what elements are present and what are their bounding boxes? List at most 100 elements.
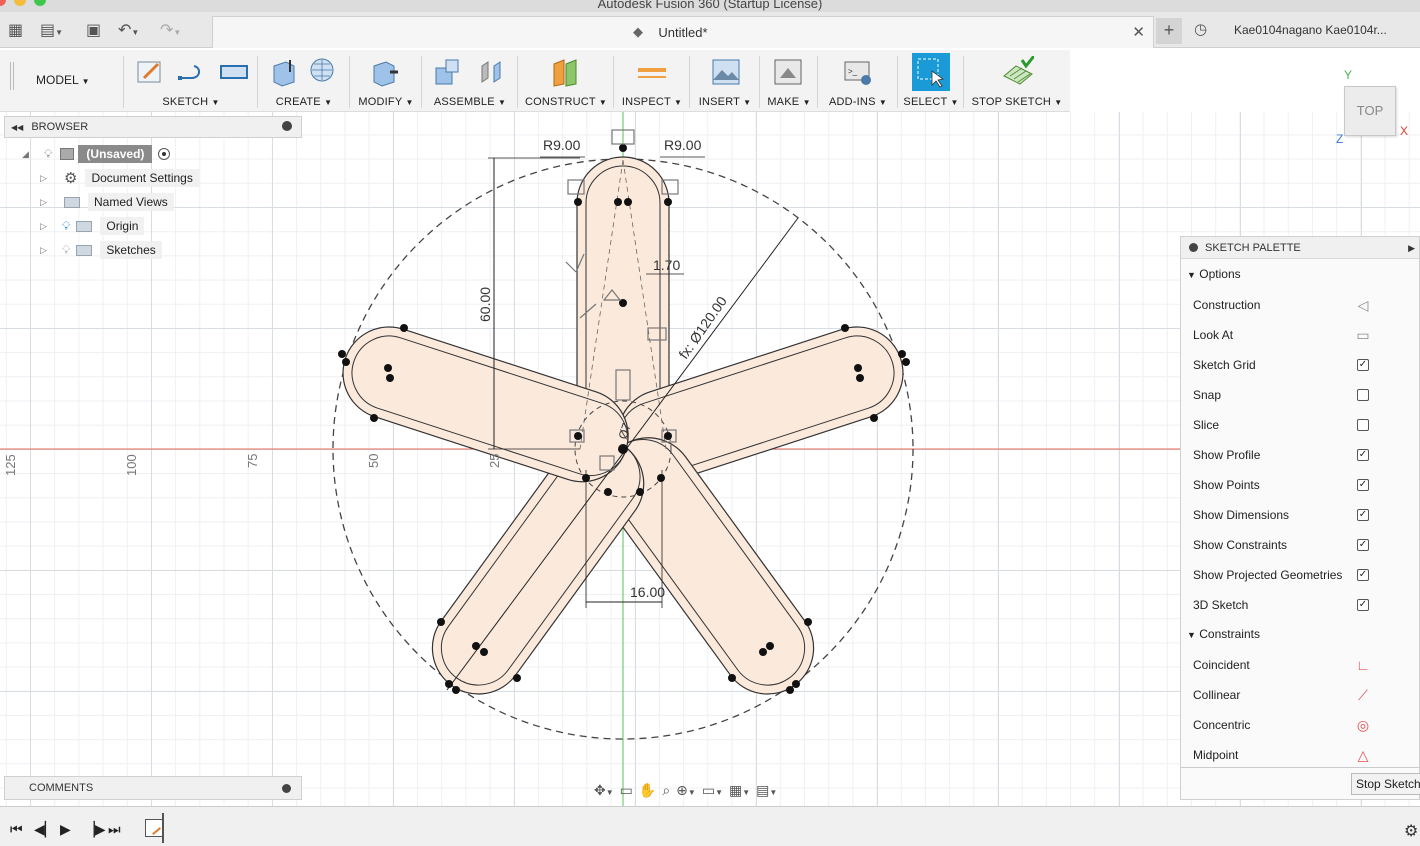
construct-group[interactable]: CONSTRUCT ▼: [518, 50, 614, 112]
comments-add-icon[interactable]: [282, 784, 291, 793]
sketch-group[interactable]: SKETCH ▼: [124, 50, 258, 112]
create-group-label: CREATE: [275, 96, 321, 108]
visibility-bulb-icon[interactable]: 💡︎: [62, 219, 70, 234]
browser-item-sketches[interactable]: ▷ 💡︎ Sketches: [40, 240, 162, 260]
concentric-icon[interactable]: ◎: [1355, 710, 1371, 740]
option-show-dimensions[interactable]: Show Dimensions ✓: [1193, 500, 1403, 530]
comments-panel[interactable]: COMMENTS: [4, 776, 302, 800]
user-account[interactable]: Kae0104nagano Kae0104r...: [1234, 23, 1387, 37]
constraint-collinear[interactable]: Collinear ⟋: [1193, 680, 1403, 710]
timeline-marker[interactable]: [162, 813, 164, 843]
display-settings-icon[interactable]: ▭▼: [702, 782, 723, 799]
grid-settings-icon[interactable]: ▦▼: [729, 782, 750, 799]
constraint-concentric[interactable]: Concentric ◎: [1193, 710, 1403, 740]
step-back-icon[interactable]: ◀▏: [34, 821, 56, 838]
job-status-icon[interactable]: ◷: [1194, 20, 1207, 38]
fit-icon[interactable]: ⊕▼: [676, 782, 696, 799]
pan-icon[interactable]: ✋: [639, 782, 656, 799]
assemble-group[interactable]: ASSEMBLE ▼: [422, 50, 518, 112]
constraint-coincident[interactable]: Coincident ∟: [1193, 650, 1403, 680]
browser-header[interactable]: ◀◀ BROWSER: [4, 116, 302, 138]
viewports-icon[interactable]: ▤▼: [756, 782, 777, 799]
visibility-bulb-icon[interactable]: 💡︎: [62, 243, 70, 258]
visibility-bulb-icon[interactable]: 💡︎: [44, 147, 52, 162]
option-show-projected-geometries[interactable]: Show Projected Geometries ✓: [1193, 560, 1403, 590]
expand-arrow-icon[interactable]: ◢: [22, 149, 36, 160]
close-tab-icon[interactable]: ✕: [1132, 23, 1145, 41]
option-show-points[interactable]: Show Points ✓: [1193, 470, 1403, 500]
midpoint-icon[interactable]: △: [1355, 740, 1371, 770]
browser-item-named-views[interactable]: ▷ Named Views: [40, 192, 174, 212]
timeline-settings-gear-icon[interactable]: ⚙: [1404, 821, 1418, 841]
expand-arrow-icon[interactable]: ▷: [40, 173, 54, 184]
options-section-header[interactable]: ▼ Options: [1187, 267, 1241, 281]
show-projected-geometries-checkbox[interactable]: ✓: [1357, 569, 1369, 581]
insert-group[interactable]: INSERT ▼: [690, 50, 760, 112]
undo-icon[interactable]: ↶▼: [118, 20, 139, 40]
3d-sketch-checkbox[interactable]: ✓: [1357, 599, 1369, 611]
orbit-icon[interactable]: ✥▼: [594, 782, 614, 799]
browser-item-origin[interactable]: ▷ 💡︎ Origin: [40, 216, 145, 236]
look-at-icon[interactable]: ▭: [1355, 320, 1371, 350]
file-menu-icon[interactable]: ▤▼: [40, 20, 63, 40]
new-tab-button[interactable]: +: [1156, 18, 1182, 44]
option-show-profile[interactable]: Show Profile ✓: [1193, 440, 1403, 470]
sketch-palette-header[interactable]: SKETCH PALETTE ▶: [1181, 237, 1419, 259]
collinear-icon[interactable]: ⟋: [1355, 680, 1371, 710]
activate-radio-icon[interactable]: [158, 148, 171, 160]
show-points-checkbox[interactable]: ✓: [1357, 479, 1369, 491]
add-ins-group[interactable]: >_ ADD-INS ▼: [818, 50, 898, 112]
select-group-label: SELECT: [903, 96, 948, 108]
snap-checkbox[interactable]: [1357, 389, 1369, 401]
show-dimensions-checkbox[interactable]: ✓: [1357, 509, 1369, 521]
option-construction[interactable]: Construction ◁: [1193, 290, 1403, 320]
option-3d-sketch[interactable]: 3D Sketch ✓: [1193, 590, 1403, 620]
document-tab[interactable]: ◆ Untitled* ✕: [212, 16, 1154, 48]
viewcube[interactable]: TOP: [1344, 86, 1396, 136]
constraints-section-header[interactable]: ▼ Constraints: [1187, 627, 1260, 641]
option-show-constraints[interactable]: Show Constraints ✓: [1193, 530, 1403, 560]
option-slice[interactable]: Slice: [1193, 410, 1403, 440]
palette-pin-icon[interactable]: [1189, 243, 1198, 252]
select-group[interactable]: SELECT ▼: [898, 50, 964, 112]
show-constraints-checkbox[interactable]: ✓: [1357, 539, 1369, 551]
collapse-browser-icon[interactable]: ◀◀: [11, 123, 23, 132]
folder-icon: [76, 244, 93, 256]
expand-palette-icon[interactable]: ▶: [1408, 237, 1415, 259]
option-sketch-grid[interactable]: Sketch Grid ✓: [1193, 350, 1403, 380]
window-title: Autodesk Fusion 360 (Startup License): [597, 0, 823, 11]
app-grid-icon[interactable]: ▦: [8, 20, 23, 40]
expand-arrow-icon[interactable]: ▷: [40, 245, 54, 256]
option-look-at[interactable]: Look At ▭: [1193, 320, 1403, 350]
redo-icon[interactable]: ↷▼: [160, 20, 181, 40]
step-forward-icon[interactable]: ▕▶: [84, 821, 106, 838]
browser-root-row[interactable]: ◢ 💡︎ (Unsaved): [22, 144, 171, 164]
browser-pin-icon[interactable]: [282, 121, 292, 131]
modify-group[interactable]: MODIFY ▼: [350, 50, 422, 112]
construction-icon[interactable]: ◁: [1355, 290, 1371, 320]
timeline-sketch-feature-icon[interactable]: [145, 819, 163, 837]
show-profile-checkbox[interactable]: ✓: [1357, 449, 1369, 461]
option-snap[interactable]: Snap: [1193, 380, 1403, 410]
insert-group-label: INSERT: [698, 96, 740, 108]
go-to-end-icon[interactable]: ⏭: [108, 821, 121, 838]
save-icon[interactable]: ▣: [86, 20, 101, 40]
stop-sketch-group[interactable]: STOP SKETCH ▼: [964, 50, 1070, 112]
coincident-icon[interactable]: ∟: [1355, 650, 1371, 680]
browser-item-document-settings[interactable]: ▷ ⚙ Document Settings: [40, 168, 199, 188]
expand-arrow-icon[interactable]: ▷: [40, 221, 54, 232]
inspect-group[interactable]: INSPECT ▼: [614, 50, 690, 112]
constraint-midpoint[interactable]: Midpoint △: [1193, 740, 1403, 770]
zoom-icon[interactable]: ⌕: [662, 782, 670, 799]
expand-arrow-icon[interactable]: ▷: [40, 197, 54, 208]
create-group[interactable]: CREATE ▼: [258, 50, 350, 112]
go-to-start-icon[interactable]: ⏮: [10, 821, 23, 838]
stop-sketch-button[interactable]: Stop Sketch: [1351, 773, 1420, 795]
make-group[interactable]: MAKE ▼: [760, 50, 818, 112]
sketch-grid-checkbox[interactable]: ✓: [1357, 359, 1369, 371]
look-at-nav-icon[interactable]: ▭: [620, 782, 633, 799]
constraint-label: Midpoint: [1193, 748, 1239, 762]
extrude-icon: [273, 60, 295, 87]
slice-checkbox[interactable]: [1357, 419, 1369, 431]
play-icon[interactable]: ▶: [60, 821, 71, 838]
